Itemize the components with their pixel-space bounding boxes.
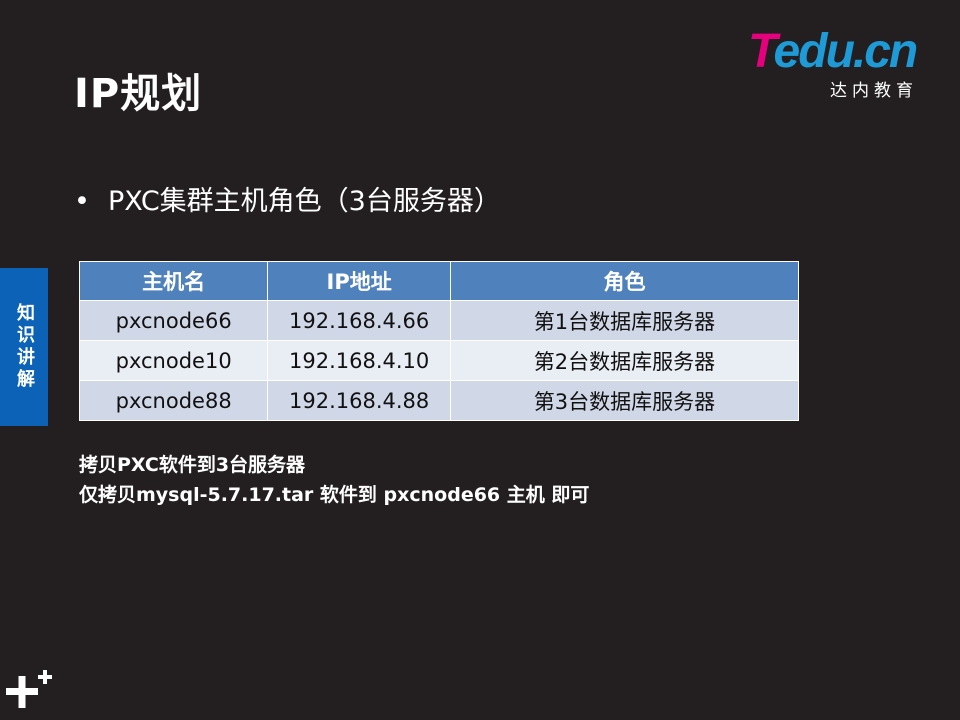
header-ip: IP地址 [267,261,451,301]
table-row: pxcnode66 192.168.4.66 第1台数据库服务器 [78,300,800,341]
cell-role: 第1台数据库服务器 [449,300,800,341]
bullet-marker: • [74,186,90,217]
note-line: 仅拷贝mysql-5.7.17.tar 软件到 pxcnode66 主机 即可 [79,484,590,506]
host-role-table: 主机名 IP地址 角色 pxcnode66 192.168.4.66 第1台数据… [78,261,800,421]
notes: 拷贝PXC软件到3台服务器 仅拷贝mysql-5.7.17.tar 软件到 px… [79,450,589,510]
cell-role: 第2台数据库服务器 [449,340,800,381]
plus-icon [6,670,52,708]
cell-role: 第3台数据库服务器 [449,380,800,421]
cell-hostname: pxcnode10 [78,340,269,381]
bullet-text: PXC集群主机角色（3台服务器） [108,186,501,217]
table-row: pxcnode88 192.168.4.88 第3台数据库服务器 [78,380,800,421]
table-row: pxcnode10 192.168.4.10 第2台数据库服务器 [78,340,800,381]
logo-letter-t: T [748,25,776,78]
tedu-logo: Tedu.cn 达内教育 [748,26,938,102]
cell-ip: 192.168.4.66 [267,300,451,341]
side-tab-label: 知识讲解 [14,303,35,391]
cell-ip: 192.168.4.10 [267,340,451,381]
header-hostname: 主机名 [78,261,269,301]
logo-wordmark: Tedu.cn [748,25,919,78]
side-tab-knowledge: 知识讲解 [0,268,48,426]
table-header-row: 主机名 IP地址 角色 [78,261,800,301]
cell-hostname: pxcnode88 [78,380,269,421]
header-role: 角色 [449,261,800,301]
note-line: 拷贝PXC软件到3台服务器 [79,454,306,476]
cell-hostname: pxcnode66 [78,300,269,341]
bullet-item: • PXC集群主机角色（3台服务器） [74,182,501,222]
slide-title: IP规划 [74,71,203,117]
cell-ip: 192.168.4.88 [267,380,451,421]
logo-subtitle: 达内教育 [830,81,918,101]
logo-letters-rest: edu.cn [773,25,919,78]
